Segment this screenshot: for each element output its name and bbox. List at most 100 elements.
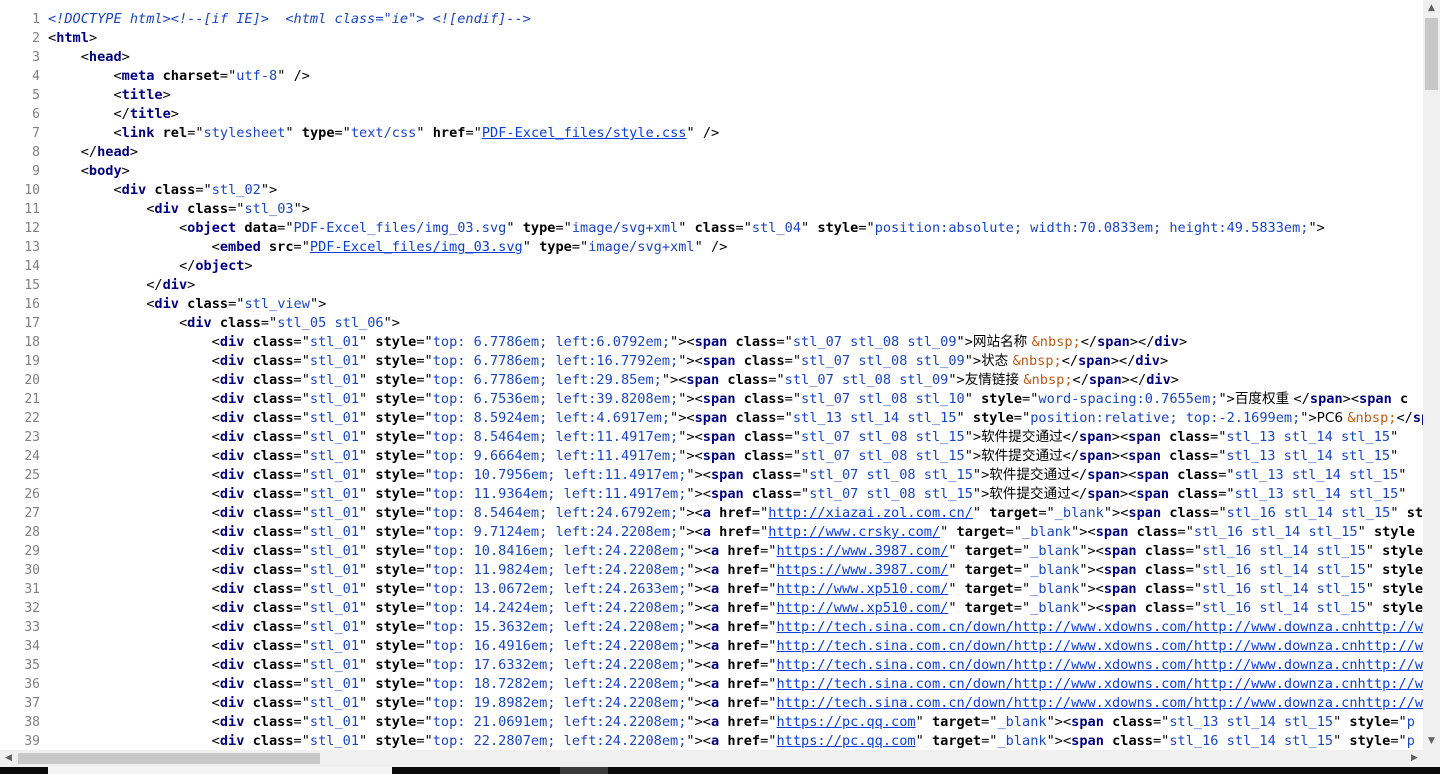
code-text: </div> — [48, 276, 195, 295]
scroll-right-arrow-icon[interactable]: ▶ — [1406, 750, 1423, 767]
code-token: a — [710, 657, 720, 673]
code-token: =" — [293, 391, 310, 407]
code-token: class — [244, 638, 294, 654]
code-link[interactable]: http://www.xp510.com/ — [776, 581, 948, 597]
vertical-scroll-thumb[interactable] — [1425, 18, 1438, 90]
code-token: embed — [219, 239, 261, 255]
code-token: div — [219, 562, 245, 578]
code-token: class — [743, 467, 793, 483]
code-token: div — [1135, 353, 1160, 369]
code-token: class — [146, 182, 196, 198]
code-token: ">< — [686, 562, 711, 578]
code-token: =" — [571, 239, 589, 255]
scroll-down-arrow-icon[interactable]: ▼ — [1423, 733, 1440, 750]
code-token: " — [956, 410, 965, 426]
horizontal-scrollbar[interactable]: ◀ ▶ — [0, 750, 1423, 767]
code-text: <div class="stl_01" style="top: 6.7786em… — [48, 352, 1168, 371]
scroll-left-arrow-icon[interactable]: ◀ — [0, 750, 17, 767]
code-token: < — [48, 638, 220, 654]
code-token: stl_01 — [309, 733, 360, 749]
code-token: span — [1088, 372, 1122, 388]
code-link[interactable]: http://tech.sina.com.cn/down/http://www.… — [776, 657, 1423, 673]
scroll-up-arrow-icon[interactable]: ▲ — [1423, 0, 1440, 17]
code-token: stl_07 stl_08 stl_15 — [801, 448, 965, 464]
code-token: _blank — [1030, 600, 1080, 616]
code-token: target — [956, 543, 1014, 559]
code-token: style — [367, 410, 417, 426]
source-code-view[interactable]: 1 <!DOCTYPE html><!--[if IE]> <html class… — [0, 0, 1423, 750]
code-token: object — [195, 258, 245, 274]
code-token: > — [162, 87, 171, 103]
code-token: 软件提交通过 — [981, 448, 1063, 464]
code-link[interactable]: http://tech.sina.com.cn/down/http://www.… — [776, 619, 1423, 635]
code-token: "> — [964, 429, 982, 445]
code-link[interactable]: PDF-Excel_files/img_03.svg — [310, 239, 523, 255]
code-token: " — [359, 467, 368, 483]
code-token: a — [710, 714, 720, 730]
code-token: =" — [760, 600, 777, 616]
code-token: 百度权重 — [1234, 391, 1294, 407]
horizontal-scroll-thumb[interactable] — [18, 753, 320, 764]
code-token: st — [1398, 505, 1423, 521]
code-token: ">< — [678, 353, 703, 369]
code-token: < — [48, 429, 220, 445]
code-token: stl_01 — [309, 657, 360, 673]
code-token: style — [1373, 581, 1423, 597]
code-token: =" — [293, 638, 310, 654]
code-token: div — [219, 448, 245, 464]
code-token: ">< — [670, 410, 695, 426]
code-text: <link rel="stylesheet" type="text/css" h… — [48, 124, 719, 143]
code-token: " — [359, 410, 368, 426]
code-link[interactable]: https://pc.qq.com — [776, 714, 915, 730]
code-token: stl_view — [244, 296, 310, 312]
code-token: =" — [416, 600, 433, 616]
code-link[interactable]: http://tech.sina.com.cn/down/http://www.… — [776, 695, 1423, 711]
code-token: <!DOCTYPE html><!--[if IE]> <html class=… — [48, 11, 531, 27]
code-token: < — [48, 49, 89, 65]
code-link[interactable]: https://www.3987.com/ — [776, 562, 948, 578]
code-token: style — [1373, 600, 1423, 616]
code-token: href — [710, 505, 752, 521]
code-link[interactable]: http://tech.sina.com.cn/down/http://www.… — [776, 676, 1423, 692]
code-link[interactable]: https://pc.qq.com — [776, 733, 915, 749]
taskbar-segment — [48, 767, 392, 774]
code-token: ">< — [686, 600, 711, 616]
code-link[interactable]: http://www.crsky.com/ — [768, 524, 940, 540]
code-token: style — [367, 448, 417, 464]
code-token: stl_01 — [309, 619, 360, 635]
code-token: </ — [1062, 448, 1080, 464]
code-token: class — [244, 543, 294, 559]
code-token: < — [48, 543, 220, 559]
code-token: ">< — [686, 486, 711, 502]
code-token: span — [1079, 429, 1112, 445]
code-token: " — [972, 505, 982, 521]
vertical-scrollbar[interactable]: ▲ ▼ — [1423, 0, 1440, 750]
code-token: " — [359, 600, 368, 616]
code-token: a — [710, 562, 720, 578]
code-link[interactable]: http://tech.sina.com.cn/down/http://www.… — [776, 638, 1423, 654]
code-token: style — [367, 524, 417, 540]
code-token: href — [719, 638, 761, 654]
code-token: =" — [1185, 543, 1203, 559]
code-token: stl_07 stl_08 stl_15 — [809, 486, 973, 502]
code-token: stl_03 — [244, 201, 294, 217]
code-link[interactable]: http://www.xp510.com/ — [776, 600, 948, 616]
code-token: _blank — [1054, 505, 1104, 521]
code-link[interactable]: https://www.3987.com/ — [776, 543, 948, 559]
code-token: " — [285, 125, 294, 141]
code-token: =" — [1185, 562, 1203, 578]
code-link[interactable]: PDF-Excel_files/style.css — [482, 125, 687, 141]
code-token: a — [710, 695, 720, 711]
code-token: =" — [858, 220, 875, 236]
code-token: ">< — [686, 657, 711, 673]
code-token: =" — [768, 372, 785, 388]
code-token: " — [359, 562, 368, 578]
line-number: 38 — [24, 715, 40, 730]
code-token: href — [719, 600, 761, 616]
line-number: 37 — [24, 696, 40, 711]
code-token: " — [1390, 448, 1399, 464]
code-token: top: 9.7124em; left:24.2208em; — [432, 524, 679, 540]
line-number: 12 — [24, 221, 40, 236]
code-link[interactable]: http://xiazai.zol.com.cn/ — [768, 505, 973, 521]
line-number: 23 — [24, 430, 40, 445]
